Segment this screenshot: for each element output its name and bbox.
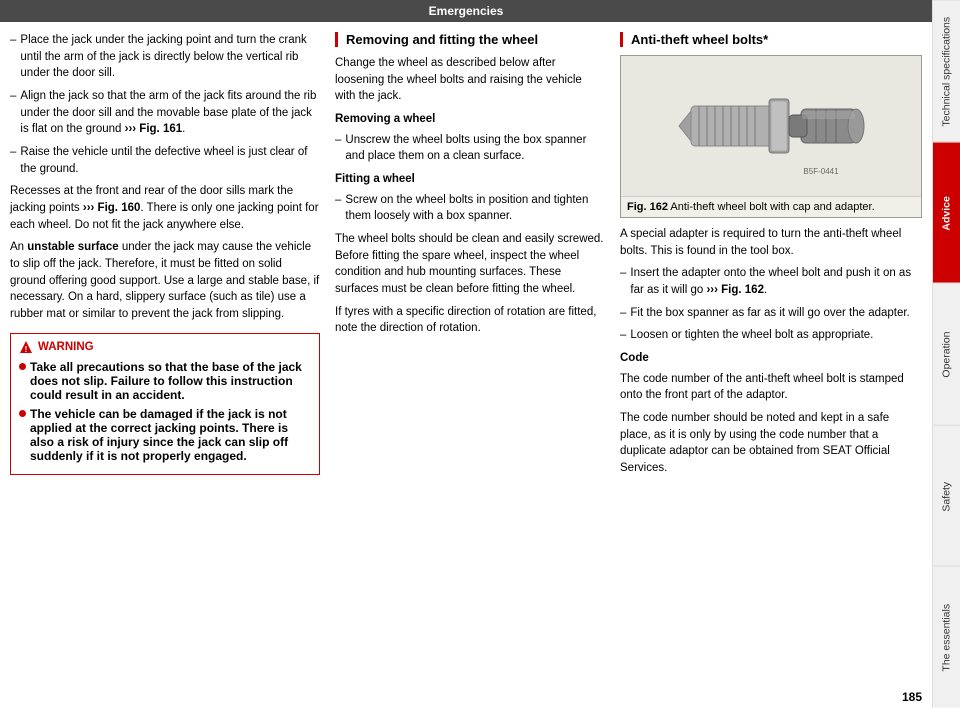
- left-column: – Place the jack under the jacking point…: [10, 32, 320, 681]
- unstable-bold: unstable surface: [27, 241, 118, 253]
- middle-paragraph-1: The wheel bolts should be clean and easi…: [335, 231, 605, 298]
- sidebar-tab-technical-label: Technical specifications: [941, 16, 953, 126]
- warning-bullet-1: Take all precautions so that the base of…: [19, 360, 311, 402]
- content-area: – Place the jack under the jacking point…: [0, 22, 932, 686]
- middle-paragraph-2: If tyres with a specific direction of ro…: [335, 304, 605, 337]
- dash-icon: –: [620, 265, 626, 298]
- warning-body: Take all precautions so that the base of…: [19, 360, 311, 463]
- antitheft-bullet-3: – Loosen or tighten the wheel bolt as ap…: [620, 327, 922, 344]
- header-title: Emergencies: [429, 4, 504, 18]
- fig-ref-160: ››› Fig. 160: [83, 202, 141, 214]
- right-sidebar: Technical specifications Advice Operatio…: [932, 0, 960, 708]
- page-number: 185: [0, 686, 932, 708]
- figure-box: B5F-0441 Fig. 162 Anti-theft wheel bolt …: [620, 55, 922, 218]
- dash-icon: –: [335, 132, 341, 165]
- warning-title: ! WARNING: [19, 340, 311, 354]
- list-item: – Align the jack so that the arm of the …: [10, 88, 320, 138]
- fitting-bullet-text: Screw on the wheel bolts in position and…: [345, 192, 605, 225]
- warning-text-2: The vehicle can be damaged if the jack i…: [30, 407, 311, 463]
- sidebar-tab-advice-label: Advice: [941, 196, 953, 230]
- antitheft-bullet-text-2: Fit the box spanner as far as it will go…: [630, 305, 909, 322]
- svg-text:B5F-0441: B5F-0441: [803, 167, 839, 176]
- sidebar-tab-essentials[interactable]: The essentials: [933, 566, 960, 708]
- antitheft-bullet-text-3: Loosen or tighten the wheel bolt as appr…: [630, 327, 873, 344]
- warning-dot-icon: [19, 410, 26, 417]
- list-item: – Raise the vehicle until the defective …: [10, 144, 320, 177]
- paragraph-unstable: An unstable surface under the jack may c…: [10, 239, 320, 322]
- list-item: – Place the jack under the jacking point…: [10, 32, 320, 82]
- sidebar-tab-safety[interactable]: Safety: [933, 425, 960, 567]
- warning-box: ! WARNING Take all precautions so that t…: [10, 333, 320, 475]
- antitheft-bullet-2: – Fit the box spanner as far as it will …: [620, 305, 922, 322]
- fitting-bullet: – Screw on the wheel bolts in position a…: [335, 192, 605, 225]
- warning-dot-icon: [19, 363, 26, 370]
- removing-bullet-text: Unscrew the wheel bolts using the box sp…: [345, 132, 605, 165]
- warning-text-1: Take all precautions so that the base of…: [30, 360, 311, 402]
- fig-ref-161: ››› Fig. 161: [125, 123, 183, 135]
- header-bar: Emergencies: [0, 0, 932, 22]
- warning-bullet-2: The vehicle can be damaged if the jack i…: [19, 407, 311, 463]
- section-title-removing: Removing and fitting the wheel: [346, 32, 605, 47]
- figure-caption: Fig. 162 Anti-theft wheel bolt with cap …: [621, 196, 921, 217]
- section-title-antitheft: Anti-theft wheel bolts*: [631, 32, 922, 47]
- middle-column: Removing and fitting the wheel Change th…: [335, 32, 605, 681]
- dash-icon: –: [620, 305, 626, 322]
- paragraph-jacking-points: Recesses at the front and rear of the do…: [10, 183, 320, 233]
- antitheft-header: Anti-theft wheel bolts*: [620, 32, 922, 47]
- middle-intro: Change the wheel as described below afte…: [335, 55, 605, 105]
- antitheft-bullet-1: – Insert the adapter onto the wheel bolt…: [620, 265, 922, 298]
- fig-ref-162: ››› Fig. 162: [706, 284, 764, 296]
- dash-icon: –: [620, 327, 626, 344]
- sidebar-tab-operation[interactable]: Operation: [933, 283, 960, 425]
- dash-icon: –: [10, 32, 16, 82]
- main-content: Emergencies – Place the jack under the j…: [0, 0, 932, 708]
- sidebar-tab-operation-label: Operation: [941, 331, 953, 377]
- removing-fitting-header: Removing and fitting the wheel: [335, 32, 605, 47]
- svg-text:!: !: [25, 345, 28, 354]
- figure-ref: Fig. 162: [627, 201, 668, 213]
- figure-image: B5F-0441: [621, 56, 921, 196]
- warning-label: WARNING: [38, 341, 94, 353]
- bullet-text-1: Place the jack under the jacking point a…: [20, 32, 320, 82]
- bolt-illustration: B5F-0441: [671, 66, 871, 186]
- code-paragraph-1: The code number of the anti-theft wheel …: [620, 371, 922, 404]
- dash-icon: –: [10, 88, 16, 138]
- bullet-text-2: Align the jack so that the arm of the ja…: [20, 88, 320, 138]
- dash-icon: –: [10, 144, 16, 177]
- code-heading: Code: [620, 350, 922, 367]
- right-column: Anti-theft wheel bolts*: [620, 32, 922, 681]
- sidebar-tab-essentials-label: The essentials: [941, 604, 953, 672]
- sidebar-tab-advice[interactable]: Advice: [933, 142, 960, 284]
- antitheft-intro: A special adapter is required to turn th…: [620, 226, 922, 259]
- code-paragraph-2: The code number should be noted and kept…: [620, 410, 922, 477]
- removing-bullet: – Unscrew the wheel bolts using the box …: [335, 132, 605, 165]
- antitheft-bullet-text-1: Insert the adapter onto the wheel bolt a…: [630, 265, 922, 298]
- removing-heading: Removing a wheel: [335, 111, 605, 128]
- fitting-heading: Fitting a wheel: [335, 171, 605, 188]
- warning-triangle-icon: !: [19, 340, 33, 354]
- sidebar-tab-safety-label: Safety: [941, 481, 953, 511]
- sidebar-tab-technical[interactable]: Technical specifications: [933, 0, 960, 142]
- bullet-text-3: Raise the vehicle until the defective wh…: [20, 144, 320, 177]
- figure-caption-text: Anti-theft wheel bolt with cap and adapt…: [670, 201, 874, 213]
- dash-icon: –: [335, 192, 341, 225]
